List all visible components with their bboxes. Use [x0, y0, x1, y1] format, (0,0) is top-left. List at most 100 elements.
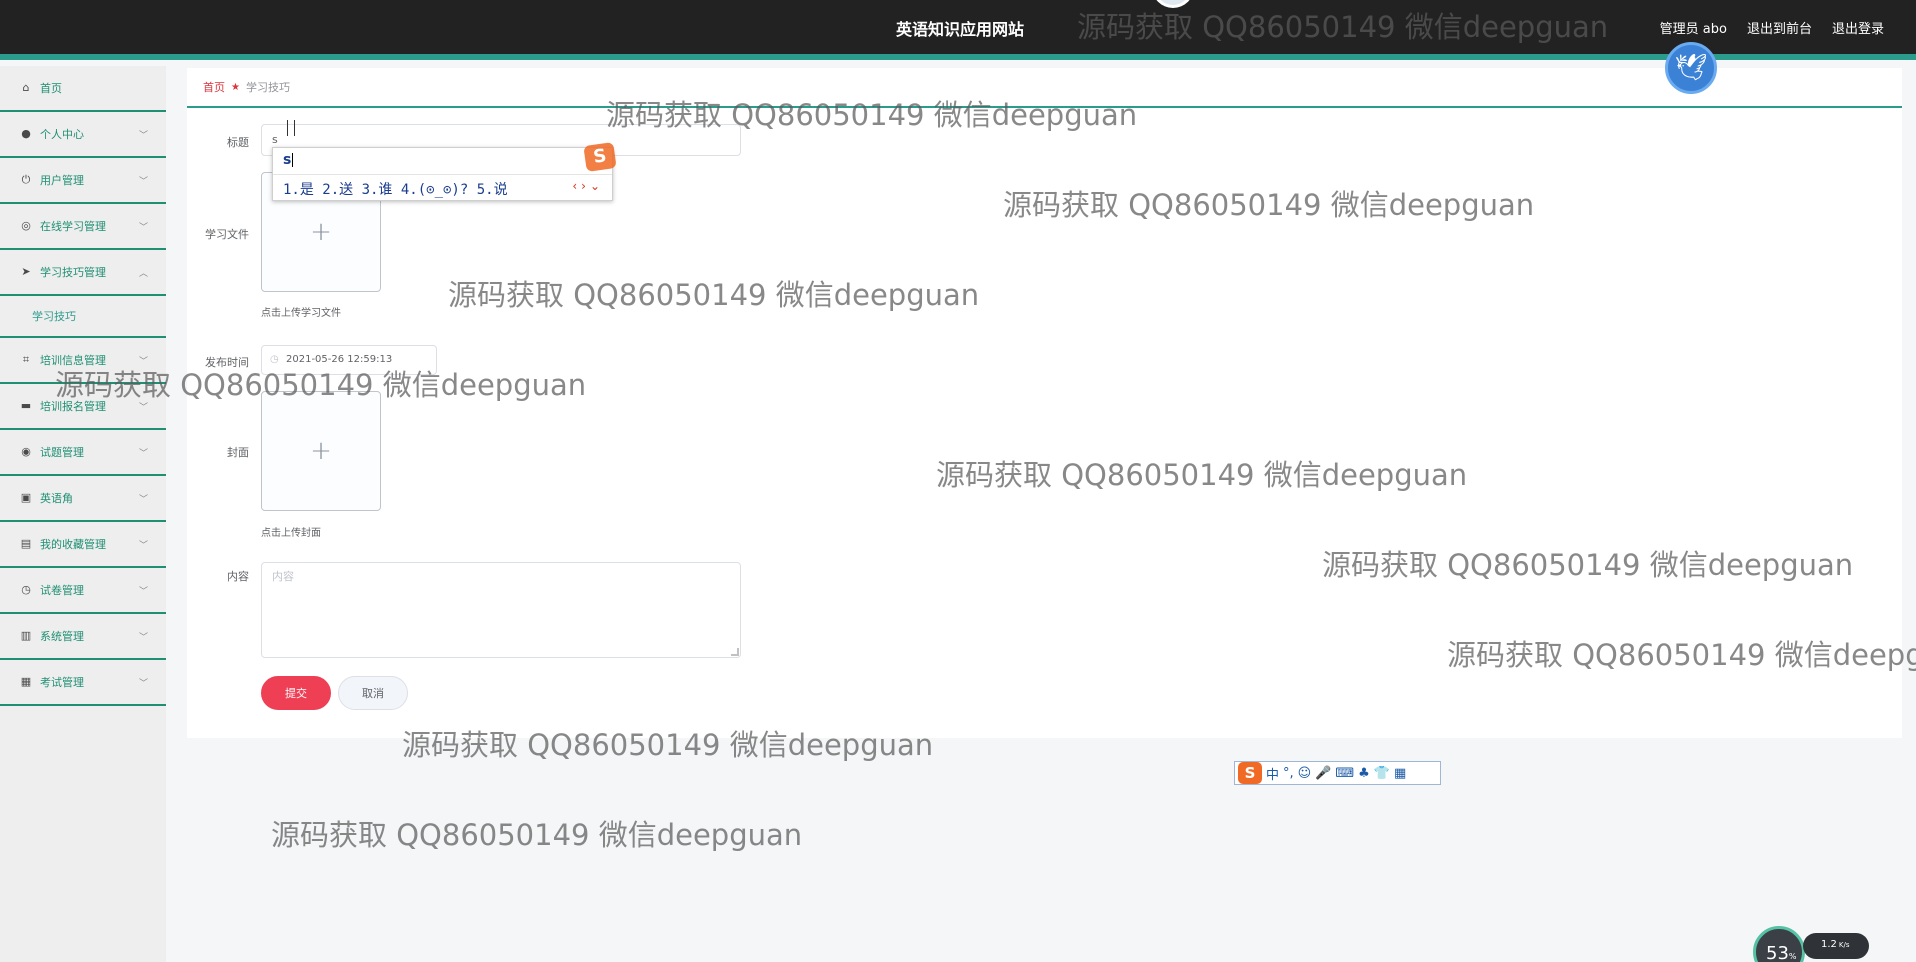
- sidebar: ⌂ 首页 ● 个人中心 ﹀ ⏻ 用户管理 ﹀ ◎ 在线学习管理 ﹀ ➤ 学习技巧…: [0, 66, 166, 962]
- sidebar-item-label: 培训报名管理: [40, 400, 106, 413]
- top-bar: 英语知识应用网站 管理员 abo 退出到前台 退出登录: [0, 0, 1916, 60]
- breadcrumb-divider: [187, 106, 1902, 108]
- sidebar-item-label: 英语角: [40, 492, 73, 505]
- user-icon: ●: [21, 127, 31, 140]
- content-textarea[interactable]: 内容: [261, 562, 741, 658]
- plus-icon: +: [310, 436, 332, 466]
- microphone-icon[interactable]: 🎤: [1315, 766, 1331, 781]
- sidebar-item-label: 培训信息管理: [40, 354, 106, 367]
- sidebar-item-english-corner[interactable]: ▣ 英语角 ﹀: [0, 476, 166, 522]
- chevron-down-icon: ﹀: [138, 541, 148, 551]
- home-icon: ⌂: [22, 81, 30, 94]
- resize-grip-icon[interactable]: [731, 648, 739, 656]
- sidebar-item-label: 在线学习管理: [40, 220, 106, 233]
- chevron-down-icon: ﹀: [138, 223, 148, 233]
- sidebar-item-users[interactable]: ⏻ 用户管理 ﹀: [0, 158, 166, 204]
- sidebar-item-favorites[interactable]: ▤ 我的收藏管理 ﹀: [0, 522, 166, 568]
- power-icon: ⏻: [21, 173, 31, 186]
- cover-label: 封面: [227, 446, 249, 459]
- sidebar-item-exams[interactable]: ▦ 考试管理 ﹀: [0, 660, 166, 706]
- content-label: 内容: [227, 570, 249, 583]
- publish-time-input[interactable]: ◷ 2021-05-26 12:59:13: [261, 345, 437, 375]
- chevron-up-icon: ︿: [138, 269, 148, 279]
- sidebar-item-label: 用户管理: [40, 174, 84, 187]
- top-links: 管理员 abo 退出到前台 退出登录: [1660, 18, 1884, 37]
- emoji-icon[interactable]: ☺: [1298, 766, 1312, 781]
- net-speed: 1.2 K/s: [1803, 933, 1869, 959]
- back-to-front-link[interactable]: 退出到前台: [1747, 18, 1812, 37]
- sogou-logo-icon: S: [1238, 762, 1262, 784]
- ime-divider: [273, 174, 612, 175]
- chevron-down-icon: ﹀: [138, 357, 148, 367]
- chevron-down-icon: ﹀: [138, 587, 148, 597]
- sidebar-item-training[interactable]: ⌗ 培训信息管理 ﹀: [0, 338, 166, 384]
- sidebar-item-tips[interactable]: ➤ 学习技巧管理 ︿: [0, 250, 166, 296]
- ime-chinese-toggle[interactable]: 中: [1266, 764, 1279, 783]
- sidebar-item-label: 考试管理: [40, 676, 84, 689]
- breadcrumb-separator-icon: ★: [231, 81, 240, 93]
- chevron-down-icon: ﹀: [138, 131, 148, 141]
- bird-avatar-icon[interactable]: 🕊: [1665, 42, 1717, 94]
- sidebar-item-papers[interactable]: ◷ 试卷管理 ﹀: [0, 568, 166, 614]
- sogou-logo-icon: S: [583, 142, 617, 172]
- time-label: 发布时间: [205, 356, 249, 369]
- sidebar-item-label: 系统管理: [40, 630, 84, 643]
- cover-upload-box[interactable]: +: [261, 391, 381, 511]
- ime-punctuation-toggle[interactable]: °,: [1283, 766, 1294, 781]
- chevron-down-icon: ﹀: [138, 679, 148, 689]
- sidebar-subitem-tips[interactable]: 学习技巧: [0, 296, 166, 338]
- sidebar-item-label: 我的收藏管理: [40, 538, 106, 551]
- site-title: 英语知识应用网站: [896, 20, 1025, 39]
- plus-icon: +: [310, 217, 332, 247]
- file-label: 学习文件: [205, 228, 249, 241]
- ime-page-nav[interactable]: ‹›⌄: [572, 179, 604, 193]
- ime-toolbar[interactable]: S 中 °, ☺ 🎤 ⌨ ♣ 👕 ▦: [1234, 761, 1441, 785]
- tools-icon[interactable]: ♣: [1358, 766, 1370, 781]
- watermark: 源码获取 QQ86050149 微信deepguan: [271, 818, 803, 852]
- sidebar-subitem-label: 学习技巧: [32, 310, 76, 323]
- breadcrumb-current: 学习技巧: [245, 81, 290, 94]
- chevron-down-icon: ﹀: [138, 633, 148, 643]
- cpu-percent: 53%: [1753, 926, 1805, 962]
- compass-icon: ◎: [21, 219, 31, 232]
- sidebar-item-label: 试题管理: [40, 446, 84, 459]
- admin-user-label[interactable]: 管理员 abo: [1660, 18, 1727, 37]
- sidebar-item-label: 个人中心: [40, 128, 84, 141]
- globe-icon: ◉: [21, 445, 31, 458]
- sidebar-item-questions[interactable]: ◉ 试题管理 ﹀: [0, 430, 166, 476]
- sidebar-item-system[interactable]: ▥ 系统管理 ﹀: [0, 614, 166, 660]
- publish-time-value: 2021-05-26 12:59:13: [286, 354, 393, 365]
- ime-input-code: s: [283, 152, 294, 168]
- message-icon: ▬: [20, 399, 32, 412]
- ime-candidate-popup[interactable]: s S 1.是 2.送 3.谁 4.(⊙_⊙)? 5.说 ‹›⌄: [272, 142, 617, 201]
- breadcrumb: 首页 ★ 学习技巧: [203, 79, 290, 95]
- chevron-down-icon: ﹀: [138, 449, 148, 459]
- top-avatar-circle: [1152, 0, 1194, 8]
- sidebar-item-label: 学习技巧管理: [40, 266, 106, 279]
- file-upload-tip: 点击上传学习文件: [261, 308, 341, 319]
- sidebar-item-signup[interactable]: ▬ 培训报名管理 ﹀: [0, 384, 166, 430]
- ime-candidates[interactable]: 1.是 2.送 3.谁 4.(⊙_⊙)? 5.说: [283, 179, 508, 199]
- submit-button[interactable]: 提交: [261, 676, 331, 710]
- grid-icon[interactable]: ▦: [1394, 766, 1406, 781]
- clipboard-icon: ▥: [20, 629, 32, 642]
- clipboard-check-icon: ▦: [20, 675, 32, 688]
- sidebar-item-online-learning[interactable]: ◎ 在线学习管理 ﹀: [0, 204, 166, 250]
- chevron-down-icon: ﹀: [138, 177, 148, 187]
- keyboard-icon[interactable]: ⌨: [1335, 766, 1354, 781]
- sidebar-item-label: 试卷管理: [40, 584, 84, 597]
- network-meter: 53% 1.2 K/s: [1753, 926, 1873, 962]
- content-placeholder: 内容: [272, 570, 294, 583]
- cover-upload-tip: 点击上传封面: [261, 528, 321, 539]
- sidebar-item-profile[interactable]: ● 个人中心 ﹀: [0, 112, 166, 158]
- breadcrumb-home[interactable]: 首页: [203, 79, 225, 95]
- text-cursor-icon: [287, 120, 295, 136]
- sidebar-item-home[interactable]: ⌂ 首页: [0, 66, 166, 112]
- skin-icon[interactable]: 👕: [1374, 766, 1390, 781]
- briefcase-icon: ▣: [20, 491, 32, 504]
- crop-icon: ⌗: [22, 353, 30, 366]
- printer-icon: ▤: [20, 537, 32, 550]
- send-icon: ➤: [21, 265, 31, 278]
- logout-link[interactable]: 退出登录: [1832, 18, 1884, 37]
- cancel-button[interactable]: 取消: [338, 676, 408, 710]
